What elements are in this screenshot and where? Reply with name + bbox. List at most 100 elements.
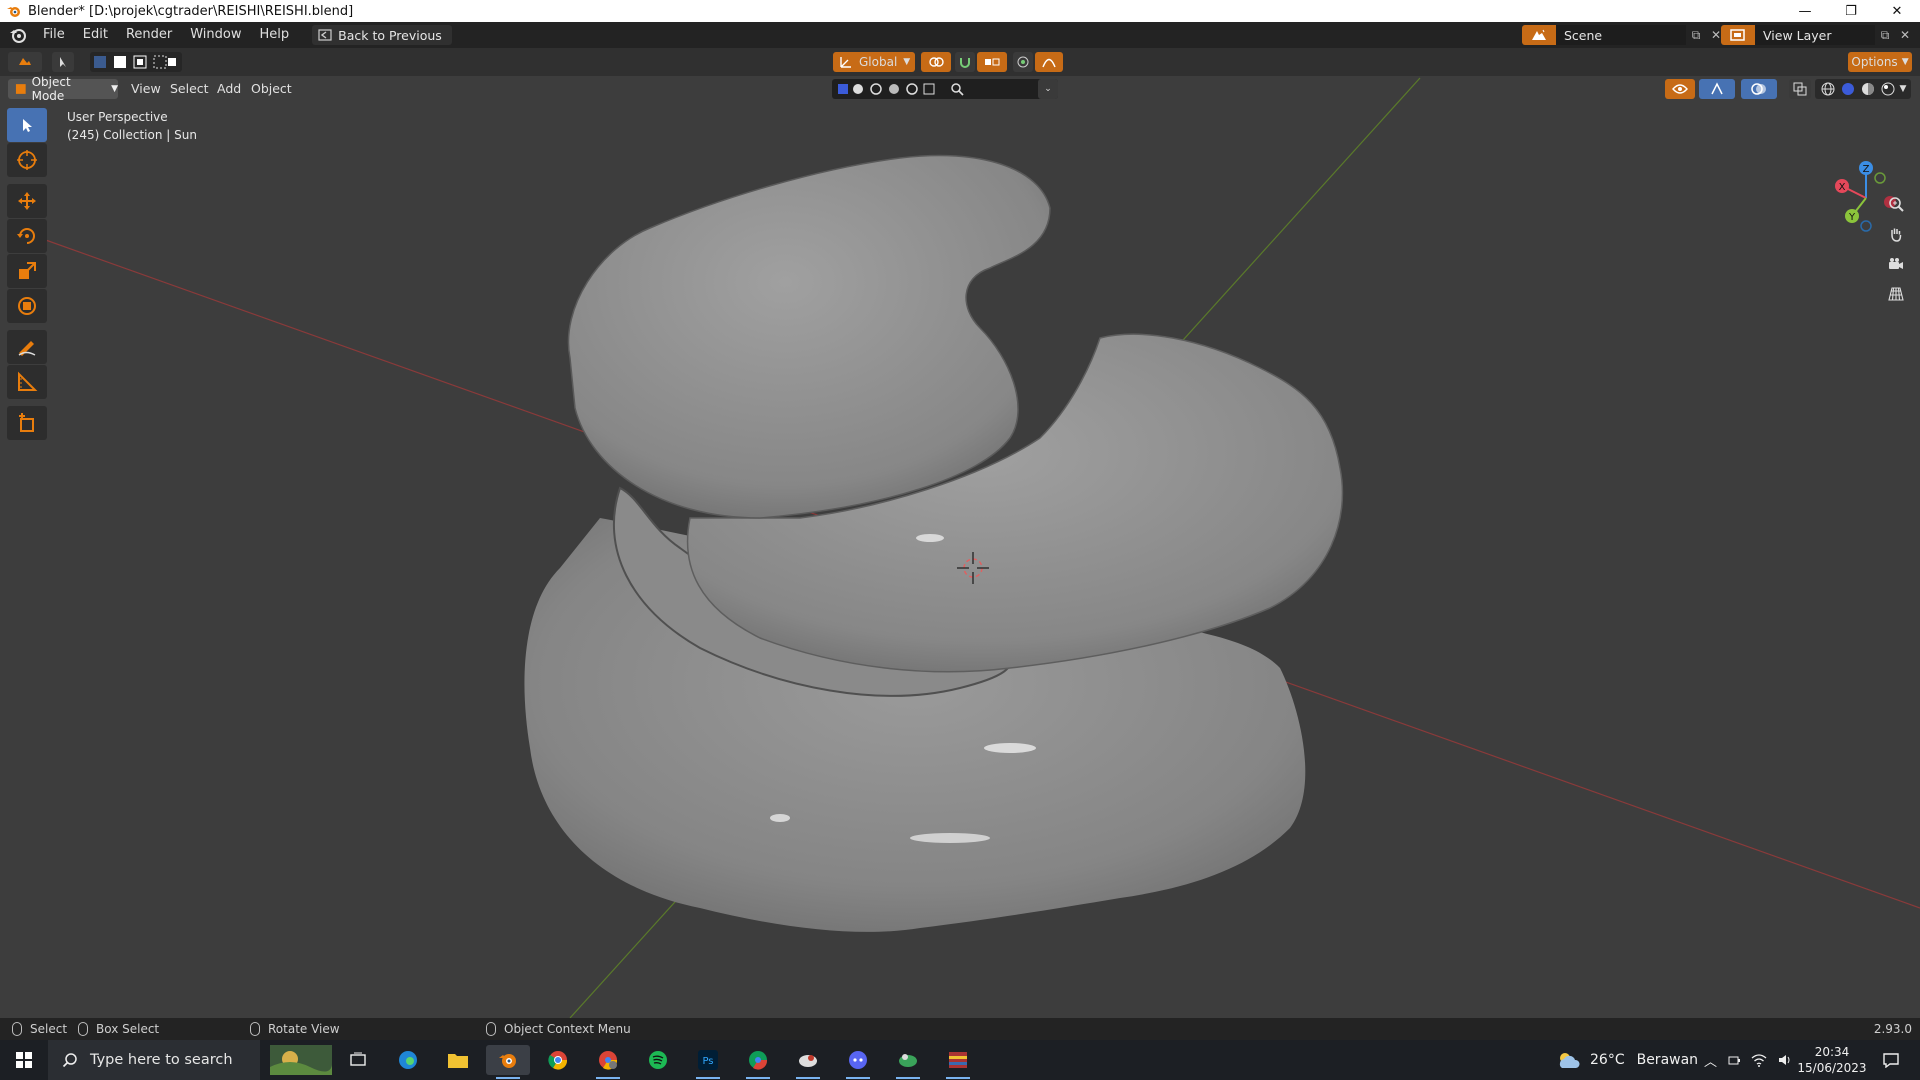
battery-plug-icon[interactable] bbox=[1727, 1053, 1741, 1067]
select-tool-button[interactable] bbox=[7, 108, 47, 142]
eye-icon bbox=[1672, 84, 1688, 94]
taskbar-chrome[interactable] bbox=[536, 1045, 580, 1075]
gizmo-x-label: X bbox=[1839, 182, 1846, 193]
blender-topbar: File Edit Render Window Help Back to Pre… bbox=[0, 22, 1920, 48]
selection-mode-group[interactable] bbox=[90, 52, 182, 72]
scene-selector[interactable]: Scene ⧉ ✕ bbox=[1522, 25, 1726, 45]
camera-view-icon[interactable] bbox=[1884, 252, 1908, 276]
back-to-previous-label: Back to Previous bbox=[338, 27, 442, 43]
minimize-button[interactable]: — bbox=[1782, 0, 1828, 22]
object-mode-dropdown[interactable]: Object Mode ▼ bbox=[8, 75, 118, 103]
status-context-menu-label: Object Context Menu bbox=[504, 1022, 631, 1036]
material-shading-icon bbox=[1861, 83, 1874, 95]
pivot-point-dropdown[interactable] bbox=[921, 52, 951, 72]
menu-file[interactable]: File bbox=[34, 22, 74, 48]
volume-icon[interactable] bbox=[1777, 1053, 1793, 1067]
windows-taskbar: Type here to search Ps 26°C Berawan ︿ 20… bbox=[0, 1040, 1920, 1080]
cursor-tool-button[interactable] bbox=[7, 143, 47, 177]
green-app-icon bbox=[899, 1054, 917, 1067]
3d-viewport-editor-icon bbox=[19, 58, 31, 65]
measure-tool-button[interactable] bbox=[7, 365, 47, 399]
menu-select[interactable]: Select bbox=[170, 79, 209, 99]
chrome-alt-icon bbox=[749, 1051, 768, 1070]
notifications-button[interactable] bbox=[1876, 1040, 1906, 1080]
taskbar-spotify[interactable] bbox=[636, 1045, 680, 1075]
view-layer-name-field[interactable]: View Layer bbox=[1755, 25, 1875, 45]
scene-new-icon[interactable]: ⧉ bbox=[1686, 25, 1706, 45]
proportional-falloff-dropdown[interactable] bbox=[1035, 52, 1063, 72]
editor-type-button[interactable] bbox=[8, 52, 42, 72]
transform-orientation-dropdown[interactable]: Global ▼ bbox=[833, 52, 915, 72]
selection-mode-icons bbox=[94, 55, 176, 69]
blender-logo-icon[interactable] bbox=[8, 25, 28, 45]
menu-window[interactable]: Window bbox=[181, 22, 250, 48]
taskbar-app-bird[interactable] bbox=[786, 1045, 830, 1079]
view-layer-new-icon[interactable]: ⧉ bbox=[1875, 25, 1895, 45]
menu-edit[interactable]: Edit bbox=[74, 22, 117, 48]
wifi-icon[interactable] bbox=[1751, 1053, 1767, 1067]
add-cube-tool-button[interactable] bbox=[7, 406, 47, 440]
overlays-toggle[interactable] bbox=[1741, 79, 1777, 99]
menu-help[interactable]: Help bbox=[251, 22, 299, 48]
perspective-toggle-icon[interactable] bbox=[1884, 282, 1908, 306]
gizmo-toggle[interactable] bbox=[1699, 79, 1735, 99]
taskbar-edge[interactable] bbox=[386, 1045, 430, 1075]
back-to-previous-button[interactable]: Back to Previous bbox=[312, 25, 452, 45]
clock[interactable]: 20:34 15/06/2023 bbox=[1796, 1040, 1868, 1080]
weather-widget[interactable]: 26°C Berawan bbox=[1556, 1040, 1698, 1080]
pan-hand-icon[interactable] bbox=[1884, 222, 1908, 246]
options-dropdown[interactable]: Options ▼ bbox=[1848, 52, 1912, 72]
filter-dropdown[interactable]: ⌄ bbox=[1038, 79, 1058, 99]
task-view-button[interactable] bbox=[336, 1045, 380, 1075]
menu-object[interactable]: Object bbox=[251, 79, 292, 99]
taskbar-chrome-2[interactable] bbox=[736, 1045, 780, 1079]
wireframe-shading-icon bbox=[1821, 82, 1835, 96]
scale-tool-button[interactable] bbox=[7, 254, 47, 288]
spotify-icon bbox=[649, 1051, 667, 1069]
chevron-down-icon: ▼ bbox=[111, 84, 118, 94]
chevron-up-icon[interactable]: ︿ bbox=[1704, 1051, 1717, 1070]
taskbar-blender[interactable] bbox=[486, 1045, 530, 1079]
proportional-edit-icon bbox=[1017, 56, 1029, 68]
zoom-icon[interactable] bbox=[1884, 192, 1908, 216]
snap-toggle[interactable] bbox=[955, 52, 975, 72]
chrome-icon bbox=[548, 1051, 568, 1070]
transform-tool-button[interactable] bbox=[7, 289, 47, 323]
snap-target-dropdown[interactable] bbox=[977, 52, 1007, 72]
scene-browse-button[interactable] bbox=[1522, 25, 1556, 45]
annotate-tool-button[interactable] bbox=[7, 330, 47, 364]
scene-name-field[interactable]: Scene bbox=[1556, 25, 1686, 45]
taskbar-archive[interactable] bbox=[936, 1045, 980, 1079]
shading-mode-group[interactable]: ▼ bbox=[1815, 79, 1911, 99]
taskbar-app-green[interactable] bbox=[886, 1045, 930, 1079]
xray-toggle[interactable] bbox=[1789, 79, 1811, 99]
chevron-down-icon: ▼ bbox=[903, 57, 911, 67]
start-button[interactable] bbox=[2, 1045, 46, 1075]
taskbar-chrome-profile[interactable] bbox=[586, 1045, 630, 1079]
3d-viewport[interactable]: User Perspective (245) Collection | Sun … bbox=[0, 48, 1920, 1018]
maximize-button[interactable]: ❐ bbox=[1828, 0, 1874, 22]
search-placeholder: Type here to search bbox=[90, 1052, 233, 1068]
taskbar-file-explorer[interactable] bbox=[436, 1045, 480, 1075]
menu-add[interactable]: Add bbox=[217, 79, 241, 99]
discord-icon bbox=[849, 1051, 867, 1069]
search-highlight-image[interactable] bbox=[268, 1045, 334, 1075]
tool-settings-button[interactable] bbox=[52, 52, 74, 72]
status-box-select-label: Box Select bbox=[96, 1022, 160, 1036]
move-tool-button[interactable] bbox=[7, 184, 47, 218]
rotate-tool-button[interactable] bbox=[7, 219, 47, 253]
taskbar-photoshop[interactable]: Ps bbox=[686, 1045, 730, 1079]
menu-view[interactable]: View bbox=[131, 79, 161, 99]
taskbar-search-box[interactable]: Type here to search bbox=[48, 1040, 260, 1080]
taskbar-discord[interactable] bbox=[836, 1045, 880, 1079]
selectability-visibility-dropdown[interactable] bbox=[1665, 79, 1695, 99]
view-layer-selector[interactable]: View Layer ⧉ ✕ bbox=[1721, 25, 1915, 45]
object-type-filter-bar[interactable] bbox=[832, 79, 1058, 99]
view-layer-browse-button[interactable] bbox=[1721, 25, 1755, 45]
close-button[interactable]: ✕ bbox=[1874, 0, 1920, 22]
view-layer-remove-icon[interactable]: ✕ bbox=[1895, 25, 1915, 45]
scene-icon bbox=[1532, 29, 1546, 40]
proportional-editing-toggle[interactable] bbox=[1013, 52, 1033, 72]
version-label: 2.93.0 bbox=[1873, 1022, 1912, 1036]
menu-render[interactable]: Render bbox=[117, 22, 181, 48]
